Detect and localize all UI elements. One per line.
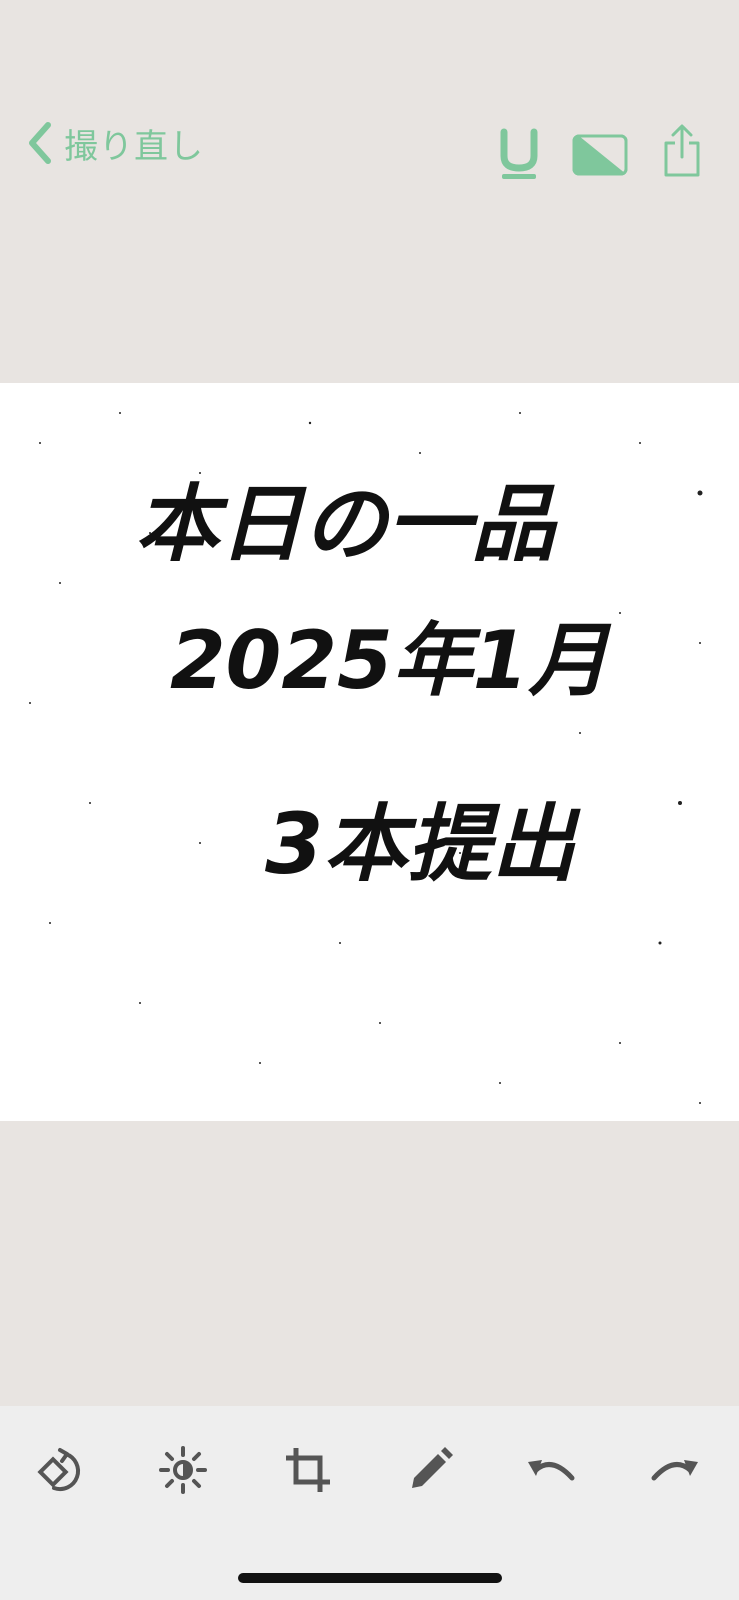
brightness-icon <box>159 1446 207 1494</box>
contrast-filter-button[interactable] <box>572 130 628 180</box>
crop-button[interactable] <box>278 1440 338 1500</box>
redo-icon <box>651 1460 698 1481</box>
document-line-3: 3本提出 <box>265 795 581 893</box>
underline-icon <box>500 128 538 179</box>
handwritten-note: 本日の一品 2025年1月 3本提出 <box>29 412 703 1104</box>
brightness-button[interactable] <box>153 1440 213 1500</box>
redo-button[interactable] <box>644 1440 704 1500</box>
rotate-icon <box>37 1448 80 1492</box>
home-indicator[interactable] <box>238 1573 502 1583</box>
share-button[interactable] <box>658 120 706 182</box>
contrast-filter-icon <box>572 134 628 176</box>
document-text: 本日の一品 2025年1月 3本提出 <box>135 475 612 893</box>
undo-icon <box>528 1460 575 1481</box>
rotate-button[interactable] <box>32 1440 92 1500</box>
scanned-document-image: 本日の一品 2025年1月 3本提出 <box>0 383 739 1121</box>
edit-toolbar <box>0 1406 739 1600</box>
pen-icon <box>412 1447 453 1488</box>
top-bar <box>0 0 739 383</box>
pen-button[interactable] <box>400 1440 460 1500</box>
undo-button[interactable] <box>522 1440 582 1500</box>
document-line-1: 本日の一品 <box>135 475 558 573</box>
chevron-left-icon <box>29 122 51 164</box>
document-line-2: 2025年1月 <box>170 614 612 707</box>
underline-button[interactable] <box>492 126 546 182</box>
share-icon <box>664 124 700 177</box>
retake-label: 撮り直し <box>64 126 204 167</box>
crop-icon <box>286 1448 330 1492</box>
retake-back-button[interactable]: 撮り直し <box>26 118 204 168</box>
canvas-bottom-area <box>0 1121 739 1406</box>
